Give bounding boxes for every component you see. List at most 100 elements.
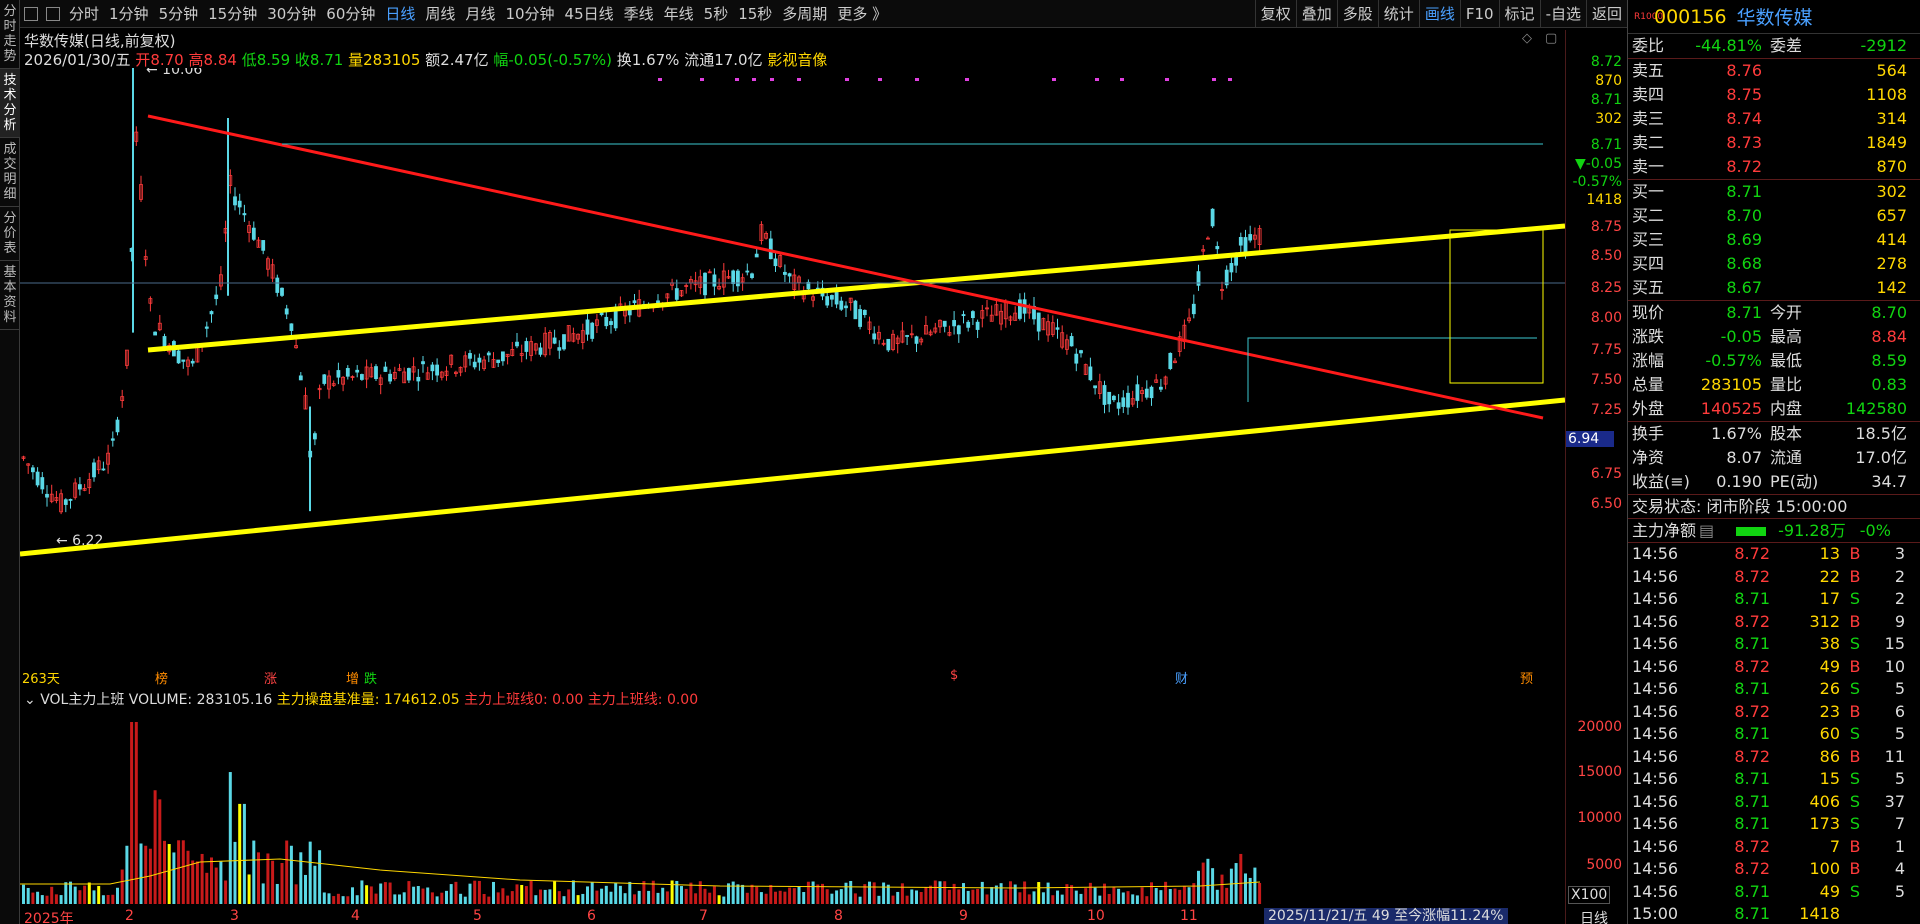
toolbar-button-0[interactable]: 复权 <box>1254 0 1296 28</box>
toolbar-button-7[interactable]: -自选 <box>1539 0 1586 28</box>
period-tab-13[interactable]: 5秒 <box>699 0 734 28</box>
period-tab-2[interactable]: 5分钟 <box>154 0 204 28</box>
toolbar-button-1[interactable]: 叠加 <box>1295 0 1337 28</box>
date-tick-label: 5 <box>473 908 482 924</box>
period-tab-9[interactable]: 10分钟 <box>500 0 559 28</box>
period-tab-1[interactable]: 1分钟 <box>104 0 154 28</box>
tick-price: 8.72 <box>1734 701 1770 721</box>
left-tab-0[interactable]: 分时走势 <box>0 0 20 69</box>
bid-row[interactable]: 买二 8.70 657 <box>1628 204 1920 228</box>
period-tab-3[interactable]: 15分钟 <box>203 0 262 28</box>
weibi-row: 委比 -44.81% 委差 -2912 <box>1628 34 1920 58</box>
period-tab-8[interactable]: 月线 <box>460 0 500 28</box>
toolbar-button-6[interactable]: 标记 <box>1498 0 1540 28</box>
layout-toggle-icon[interactable] <box>24 6 38 21</box>
candle-body <box>1248 234 1253 241</box>
candle-body <box>45 493 49 498</box>
bid-row[interactable]: 买三 8.69 414 <box>1628 228 1920 252</box>
volume-bar <box>1201 862 1205 904</box>
volume-bar <box>524 886 528 904</box>
stat-label: 内盘 <box>1770 399 1803 418</box>
period-tab-0[interactable]: 分时 <box>64 0 104 28</box>
volume-bar <box>877 895 881 904</box>
stat-label: 量比 <box>1770 375 1803 394</box>
volume-bar <box>416 886 420 904</box>
fundamental-value: 34.7 <box>1871 472 1907 491</box>
stock-name[interactable]: 华数传媒 <box>1737 3 1813 30</box>
volume-bar <box>369 886 373 904</box>
high-value: 8.84 <box>203 51 237 69</box>
main-net-menu-icon[interactable]: ▤ <box>1699 519 1714 542</box>
stat-value: 142580 <box>1845 399 1907 418</box>
ask-row[interactable]: 卖一 8.72 870 <box>1628 155 1920 179</box>
tick-row: 14:56 8.72 7 B 1 <box>1628 836 1920 859</box>
float-shares: 流通17.0亿 <box>684 51 763 69</box>
tick-side: B <box>1849 859 1861 878</box>
event-marker[interactable]: 跌 <box>364 668 377 687</box>
price-axis-label: 6.75 <box>1590 466 1622 482</box>
ask-row[interactable]: 卖二 8.73 1849 <box>1628 131 1920 155</box>
tick-count: 2 <box>1894 589 1905 608</box>
volume-bar <box>421 888 425 904</box>
volume-bar <box>510 891 514 904</box>
diamond-icon[interactable]: ◇ <box>1522 31 1532 46</box>
event-marker[interactable]: $ <box>950 668 958 683</box>
layout-toggle-icon-2[interactable] <box>46 6 60 21</box>
left-tab-2[interactable]: 成交明细 <box>0 138 20 207</box>
period-tab-15[interactable]: 多周期 <box>777 0 832 28</box>
ask-row[interactable]: 卖三 8.74 314 <box>1628 107 1920 131</box>
bid-row[interactable]: 买一 8.71 302 <box>1628 180 1920 204</box>
bid-row[interactable]: 买四 8.68 278 <box>1628 252 1920 276</box>
toolbar-button-4[interactable]: 画线 <box>1418 0 1460 28</box>
date-tick-label: 9 <box>959 908 968 924</box>
date-tick-label: 4 <box>351 908 360 924</box>
period-tab-14[interactable]: 15秒 <box>733 0 777 28</box>
tick-count: 5 <box>1894 881 1905 901</box>
period-tab-4[interactable]: 30分钟 <box>262 0 321 28</box>
period-tab-11[interactable]: 季线 <box>619 0 659 28</box>
volume-bar <box>402 892 406 904</box>
period-tab-5[interactable]: 60分钟 <box>321 0 380 28</box>
event-marker[interactable]: 涨 <box>264 668 277 687</box>
left-tab-3[interactable]: 分价表 <box>0 207 20 261</box>
period-tab-7[interactable]: 周线 <box>420 0 460 28</box>
period-tab-12[interactable]: 年线 <box>659 0 699 28</box>
event-marker[interactable]: 财 <box>1175 668 1188 687</box>
volume-chart[interactable] <box>20 704 1565 908</box>
tick-row: 14:56 8.71 38 S 15 <box>1628 633 1920 656</box>
ask-row[interactable]: 卖四 8.75 1108 <box>1628 83 1920 107</box>
volume-bar <box>1088 882 1092 904</box>
candlestick-chart[interactable]: ← 10.06← 6.22 <box>20 68 1565 688</box>
period-tab-10[interactable]: 45日线 <box>560 0 619 28</box>
toolbar-button-2[interactable]: 多股 <box>1336 0 1378 28</box>
tick-row: 14:56 8.71 49 S 5 <box>1628 881 1920 904</box>
period-tab-16[interactable]: 更多 》 <box>832 0 892 28</box>
restore-icon[interactable]: ▢ <box>1545 31 1557 46</box>
event-marker[interactable]: 榜 <box>155 668 168 687</box>
ask-row[interactable]: 卖五 8.76 564 <box>1628 59 1920 83</box>
date-tick-label: 11 <box>1180 908 1198 924</box>
volume-bar <box>933 880 937 904</box>
date-tick-label: 10 <box>1087 908 1105 924</box>
high-label: 高 <box>188 51 204 69</box>
tick-side: S <box>1849 589 1861 608</box>
tick-side: B <box>1849 836 1861 856</box>
industry[interactable]: 影视音像 <box>767 51 827 69</box>
toolbar-button-3[interactable]: 统计 <box>1377 0 1419 28</box>
stat-label: 总量 <box>1632 375 1665 394</box>
bid-row[interactable]: 买五 8.67 142 <box>1628 276 1920 300</box>
event-marker[interactable]: 预 <box>1520 668 1533 687</box>
event-marker[interactable]: 增 <box>346 668 359 687</box>
toolbar-button-5[interactable]: F10 <box>1459 0 1499 28</box>
bid-row-price: 8.67 <box>1726 278 1762 297</box>
tick-row: 14:56 8.72 13 B 3 <box>1628 543 1920 566</box>
candle-body <box>703 272 707 296</box>
tick-list[interactable]: 14:56 8.72 13 B 3 14:56 8.72 22 B 2 14:56 8.71 17 S 2 1… <box>1628 542 1920 924</box>
toolbar-button-8[interactable]: 返回 <box>1585 0 1627 28</box>
left-tab-1[interactable]: 技术分析 <box>0 69 20 138</box>
tick-side: B <box>1849 611 1861 631</box>
period-tab-6[interactable]: 日线 <box>380 0 420 28</box>
left-tab-4[interactable]: 基本资料 <box>0 261 20 330</box>
volume-bar <box>1150 882 1153 904</box>
volume-bar <box>1032 891 1036 904</box>
